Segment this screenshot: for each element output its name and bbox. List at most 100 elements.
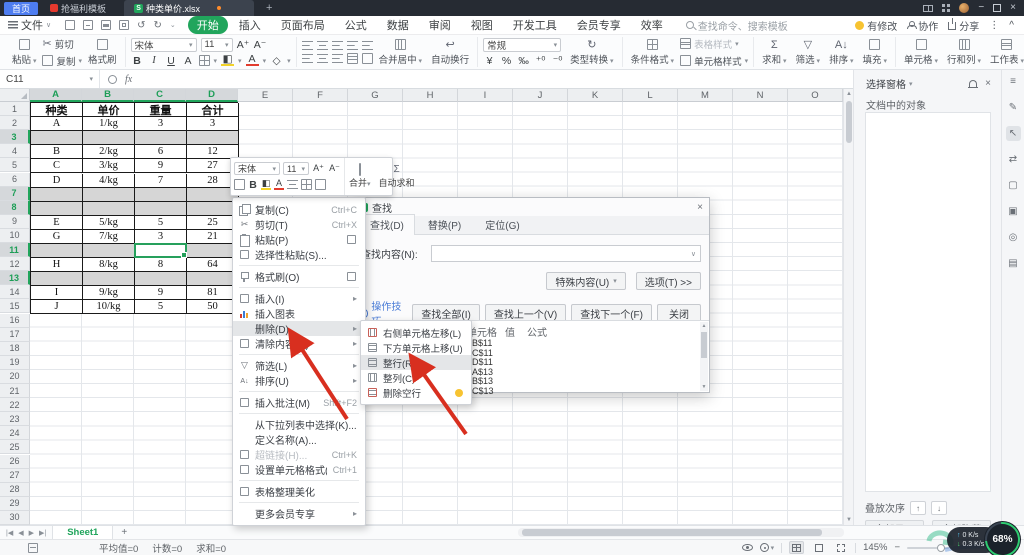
preview-icon[interactable] xyxy=(119,20,129,30)
zoom-out-button[interactable]: − xyxy=(894,542,900,553)
row-header-10[interactable]: 10 xyxy=(0,229,30,243)
combobox-chevron-icon[interactable]: ∨ xyxy=(691,250,696,258)
row-header-6[interactable]: 6 xyxy=(0,173,30,187)
row-header-13[interactable]: 13 xyxy=(0,271,30,285)
menu-item-选择性粘贴-S-[interactable]: 选择性粘贴(S)... xyxy=(233,247,365,262)
cells-button[interactable]: 单元格 ▾ xyxy=(901,38,941,66)
menu-item-整行-R-[interactable]: 整行(R) xyxy=(361,355,471,370)
borders-icon[interactable] xyxy=(199,55,210,66)
cell-C7[interactable] xyxy=(135,188,187,202)
column-header-D[interactable]: D xyxy=(186,89,238,102)
menu-item-插入-I-[interactable]: 插入(I)▸ xyxy=(233,291,365,306)
bold-button[interactable]: B xyxy=(131,55,144,67)
menu-item-表格整理美化[interactable]: 表格整理美化 xyxy=(233,484,365,499)
find-dialog-tab-查找(D)[interactable]: 查找(D) xyxy=(359,214,415,235)
cell-A1[interactable]: 种类 xyxy=(31,103,83,117)
vertical-scrollbar-thumb[interactable] xyxy=(846,101,852,143)
reading-icon[interactable]: ▤ xyxy=(1006,256,1021,271)
row-header-26[interactable]: 26 xyxy=(0,455,30,469)
minimize-button[interactable]: − xyxy=(978,3,984,13)
increase-decimal-icon[interactable]: ⁺⁰ xyxy=(534,55,547,67)
menu-tab-审阅[interactable]: 审阅 xyxy=(420,16,460,34)
bell-icon[interactable] xyxy=(969,80,977,87)
cell-C9[interactable]: 5 xyxy=(135,216,187,230)
column-header-L[interactable]: L xyxy=(623,89,678,102)
prev-sheet-icon[interactable]: ◀ xyxy=(18,529,23,537)
cell-B14[interactable]: 9/kg xyxy=(83,286,135,300)
menu-item-定义名称-A-[interactable]: 定义名称(A)... xyxy=(233,432,365,447)
user-avatar[interactable] xyxy=(959,3,969,13)
column-header-I[interactable]: I xyxy=(458,89,513,102)
page-layout-view-button[interactable] xyxy=(811,541,826,554)
column-header-B[interactable]: B xyxy=(82,89,134,102)
orientation-icon[interactable] xyxy=(362,53,373,64)
cell-C5[interactable]: 9 xyxy=(135,159,187,173)
command-search[interactable]: 查找命令、搜索模板 xyxy=(686,18,788,33)
cell-D1[interactable]: 合计 xyxy=(187,103,239,117)
cell-B11[interactable] xyxy=(83,244,135,258)
row-header-25[interactable]: 25 xyxy=(0,440,30,454)
print-icon[interactable] xyxy=(101,20,111,30)
column-header-J[interactable]: J xyxy=(513,89,568,102)
cell-B4[interactable]: 2/kg xyxy=(83,145,135,159)
format-painter-button[interactable]: 格式刷 xyxy=(85,38,120,66)
cell-A12[interactable]: H xyxy=(31,258,83,272)
find-dialog-tab-替换(P)[interactable]: 替换(P) xyxy=(417,214,472,234)
decrease-indent-icon[interactable] xyxy=(347,41,358,50)
find-content-input[interactable]: ∨ xyxy=(431,245,701,262)
cell-C1[interactable]: 重量 xyxy=(135,103,187,117)
new-tab-button[interactable]: + xyxy=(266,2,272,14)
grow-font-button[interactable]: A⁺ xyxy=(237,39,250,51)
find-dialog-tab-定位(G)[interactable]: 定位(G) xyxy=(474,214,530,234)
tab-docer-template[interactable]: 抢福利模板 xyxy=(42,2,114,15)
column-header-E[interactable]: E xyxy=(238,89,293,102)
add-sheet-button[interactable]: + xyxy=(113,527,135,538)
cell-B9[interactable]: 5/kg xyxy=(83,216,135,230)
select-all-corner[interactable] xyxy=(0,89,30,102)
results-scrollbar-thumb[interactable] xyxy=(701,332,707,358)
tab-document-active[interactable]: S 种类单价.xlsx xyxy=(124,0,254,16)
decrease-decimal-icon[interactable]: ⁻⁰ xyxy=(551,55,564,67)
first-sheet-icon[interactable]: |◀ xyxy=(6,529,13,537)
italic-button[interactable]: I xyxy=(148,55,161,66)
row-header-11[interactable]: 11 xyxy=(0,243,30,257)
row-header-23[interactable]: 23 xyxy=(0,412,30,426)
font-name-select[interactable]: 宋体▾ xyxy=(131,38,197,52)
row-header-1[interactable]: 1 xyxy=(0,102,30,116)
column-header-G[interactable]: G xyxy=(348,89,403,102)
row-header-17[interactable]: 17 xyxy=(0,328,30,342)
close-button[interactable]: × xyxy=(1010,3,1016,13)
insert-function-button[interactable]: fx xyxy=(125,74,132,85)
table-style-button[interactable]: 表格样式▾ xyxy=(680,37,748,51)
more-options-icon[interactable]: ⋮ xyxy=(989,20,999,31)
rows-cols-button[interactable]: 行和列 ▾ xyxy=(944,38,984,66)
collaborate-button[interactable]: 协作 xyxy=(907,18,938,33)
menu-item-筛选-L-[interactable]: 筛选(L)▸ xyxy=(233,358,365,373)
name-box[interactable]: C11 ▾ xyxy=(0,70,100,88)
options-button[interactable]: 选项(T) >> xyxy=(636,272,701,290)
cell-A14[interactable]: I xyxy=(31,286,83,300)
align-bottom-icon[interactable] xyxy=(332,41,343,50)
cell-C4[interactable]: 6 xyxy=(135,145,187,159)
font-size-select[interactable]: 11▾ xyxy=(201,38,233,52)
menu-tab-页面布局[interactable]: 页面布局 xyxy=(272,16,334,34)
zoom-cell-icon[interactable] xyxy=(108,75,117,84)
page-break-view-button[interactable] xyxy=(833,541,848,554)
menu-item-插入批注-M-[interactable]: 插入批注(M)Shift+F2 xyxy=(233,395,365,410)
align-top-icon[interactable] xyxy=(302,41,313,50)
cell-C12[interactable]: 8 xyxy=(135,258,187,272)
row-header-18[interactable]: 18 xyxy=(0,342,30,356)
row-header-5[interactable]: 5 xyxy=(0,158,30,172)
mini-format-painter-icon[interactable] xyxy=(315,179,326,190)
cell-B1[interactable]: 单价 xyxy=(83,103,135,117)
row-header-3[interactable]: 3 xyxy=(0,130,30,144)
menu-item-从下拉列表中选择-K-[interactable]: 从下拉列表中选择(K)... xyxy=(233,417,365,432)
cell-B12[interactable]: 8/kg xyxy=(83,258,135,272)
cell-A13[interactable] xyxy=(31,272,83,286)
find-dialog-close-icon[interactable]: × xyxy=(697,202,703,213)
align-middle-icon[interactable] xyxy=(317,41,328,50)
mini-merge-button[interactable]: 合并▾ xyxy=(345,158,375,195)
cell-C14[interactable]: 9 xyxy=(135,286,187,300)
cell-C10[interactable]: 3 xyxy=(135,230,187,244)
cell-D3[interactable] xyxy=(187,131,239,145)
